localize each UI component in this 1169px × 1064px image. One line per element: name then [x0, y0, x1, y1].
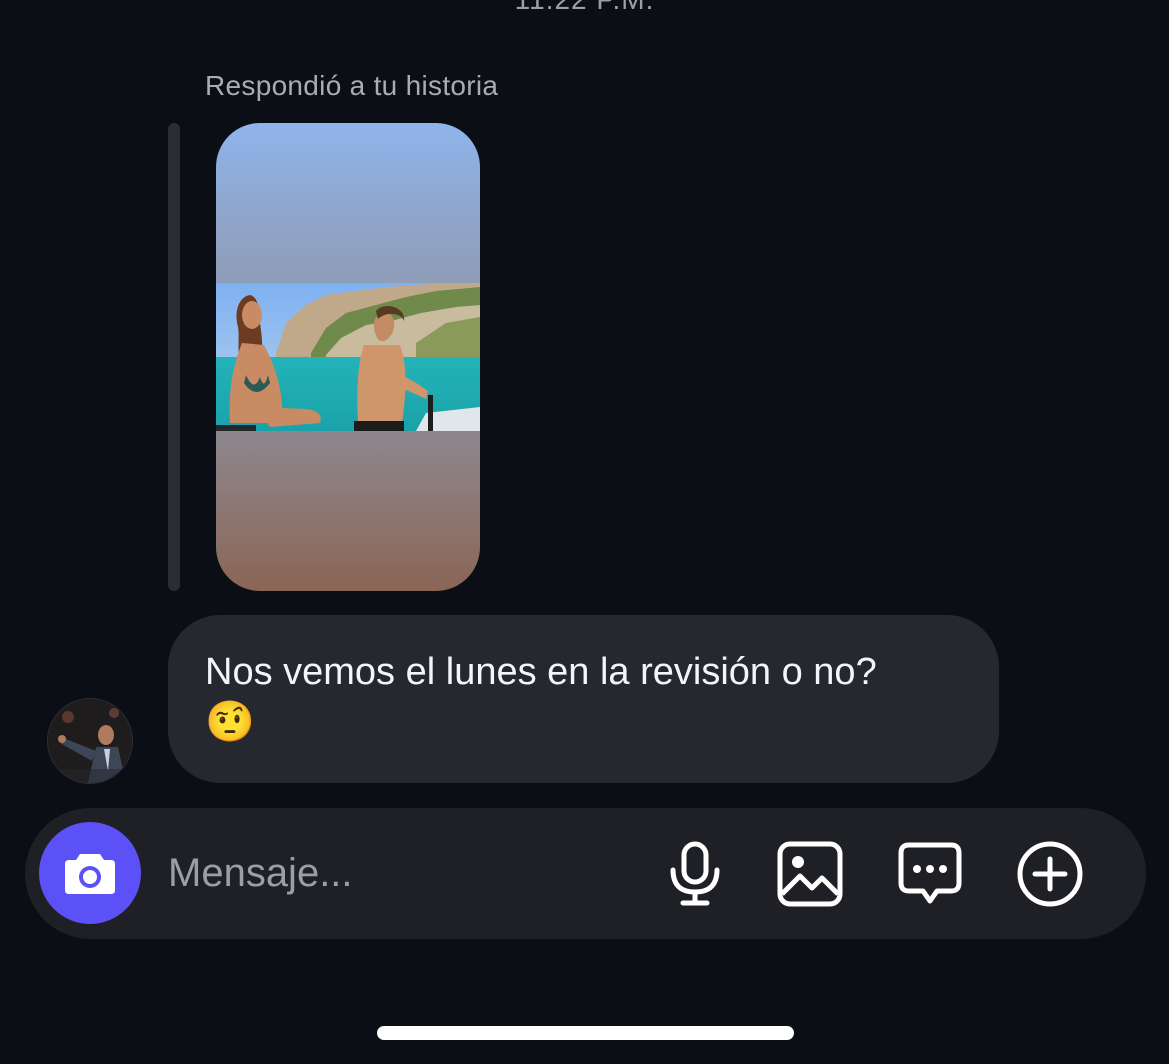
story-reply-caption: Respondió a tu historia [205, 70, 499, 101]
more-button[interactable] [1014, 838, 1086, 910]
sender-avatar[interactable] [48, 699, 132, 783]
story-photo [216, 283, 480, 431]
sticker-button[interactable] [894, 838, 966, 910]
story-preview[interactable] [216, 123, 480, 591]
camera-button[interactable] [39, 822, 141, 924]
microphone-button[interactable] [659, 838, 731, 910]
plus-circle-icon [1017, 841, 1083, 907]
message-input[interactable] [168, 808, 648, 939]
gallery-button[interactable] [774, 838, 846, 910]
gallery-icon [777, 841, 843, 907]
chat-bubble-icon [898, 842, 962, 904]
message-emoji: 🤨 [205, 700, 255, 744]
message-timestamp: 11:22 P.M. [0, 0, 1169, 16]
home-indicator[interactable] [377, 1026, 794, 1040]
message-composer [25, 808, 1146, 939]
microphone-icon [670, 841, 720, 906]
camera-icon [65, 854, 115, 894]
message-bubble[interactable]: Nos vemos el lunes en la revisión o no? … [168, 615, 999, 783]
reply-indicator-bar [168, 123, 180, 591]
message-text: Nos vemos el lunes en la revisión o no? [205, 651, 877, 693]
